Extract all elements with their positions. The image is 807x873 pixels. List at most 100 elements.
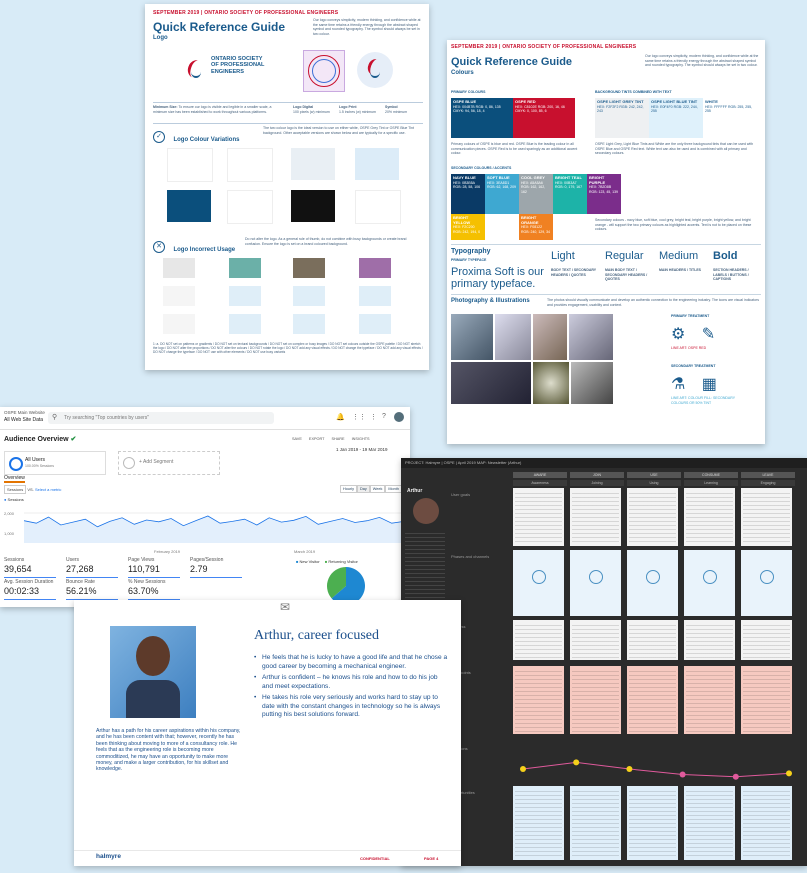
share-button[interactable]: SHARE — [331, 437, 344, 441]
emotion-face-icon — [679, 771, 686, 778]
doc1-intro: Our logo conveys simplicity, modern thin… — [313, 18, 421, 36]
incorrect-colours — [293, 286, 325, 306]
day-button[interactable]: Day — [356, 485, 370, 493]
metric-sparkline — [4, 593, 56, 600]
weight-medium-use: MAIN HEADERS / TITLES — [659, 268, 702, 272]
photo-student — [569, 314, 613, 360]
metric-select[interactable]: Sessions — [4, 485, 27, 494]
avatar[interactable] — [394, 412, 404, 422]
persona-title: Arthur, career focused — [254, 628, 379, 643]
incorrect-rotate — [359, 286, 391, 306]
x-label: March 2019 — [294, 549, 316, 554]
swatch-grey-tint: OSPE LIGHT GREY TINT HEX: F2F2F2 RGB: 242… — [595, 98, 649, 138]
journey-cell — [570, 620, 621, 660]
notifications-icon[interactable]: 🔔 — [336, 413, 345, 421]
doc2-tag: SEPTEMBER 2019 | ONTARIO SOCIETY OF PROF… — [451, 44, 637, 50]
swatch-codes: HEX: 00B3A7 RGB: 0, 179, 167 — [555, 180, 583, 190]
journey-substage: Awareness — [513, 480, 567, 486]
legend-square-icon: ■ — [296, 559, 299, 564]
secondary-label: SECONDARY COLOURS / ACCENTS — [451, 166, 512, 170]
hourly-button[interactable]: Hourly — [340, 485, 357, 493]
swatch-codes: HEX: F08122 RGB: 240, 129, 34 — [521, 225, 550, 234]
variations-title: Logo Colour Variations — [173, 137, 240, 143]
metric-label: Avg. Session Duration — [4, 579, 54, 585]
swatch-ospe-red: OSPE RED HEX: C8102E RGB: 200, 16, 46 CMY… — [513, 98, 575, 138]
granularity-buttons: Hourly Day Week Month — [340, 485, 402, 493]
save-button[interactable]: SAVE — [292, 437, 302, 441]
brand-logo: halmyre — [96, 853, 121, 860]
journey-row-label: User goals — [451, 492, 471, 497]
tints-text: OSPE Light Grey, Light Blue Tints and Wh… — [595, 142, 754, 155]
ospe-symbol-circle-icon — [357, 52, 393, 88]
variation-white — [167, 148, 213, 182]
metric-sparkline — [66, 593, 118, 600]
property-breadcrumb[interactable]: OSPE Main Website — [4, 410, 45, 415]
segment-all-users[interactable]: All Users 100.00% Sessions — [4, 451, 106, 475]
metric-sparkline — [66, 571, 118, 578]
week-button[interactable]: Week — [369, 485, 386, 493]
checkmark-icon: ✓ — [153, 130, 165, 143]
pie-legend-new: New Visitor — [299, 559, 320, 564]
more-icon[interactable]: ⋮ — [370, 413, 377, 421]
journey-cell — [684, 550, 735, 616]
spec-minimum: Minimum Size: To ensure our logo is visi… — [153, 105, 273, 114]
photo-text: The photos should visually communicate a… — [547, 298, 759, 307]
help-icon[interactable]: ? — [382, 413, 386, 420]
persona-bio: Arthur has a path for his career aspirat… — [96, 728, 241, 773]
journey-cell — [741, 620, 792, 660]
spec-text: 100 pixels (w) minimum — [293, 109, 330, 114]
swatch-codes: HEX: FFFFFF RGB: 255, 255, 255 — [705, 104, 753, 114]
journey-cell — [741, 488, 792, 546]
journey-header: PROJECT: Halmyre | OSPE | April 2019 MAP… — [401, 458, 807, 468]
swatch-secondary: NAVY BLUE HEX: 0B3B5A RGB: 28, 58, 106 — [451, 174, 485, 214]
swatch-codes: HEX: 0B3B5A RGB: 28, 58, 106 — [453, 180, 481, 190]
metric-label: Page Views — [128, 557, 155, 563]
incorrect-title: Logo Incorrect Usage — [173, 247, 236, 253]
vs-label: VS. — [27, 487, 34, 492]
tab-overview[interactable]: Overview — [4, 475, 25, 483]
primary-treatment-label: PRIMARY TREATMENT — [671, 314, 710, 318]
spec-label: Minimum Size: — [153, 105, 178, 109]
swatch-secondary: SOFT BLUE HEX: 3EA8D1 RGB: 62, 168, 209 — [485, 174, 519, 214]
export-button[interactable]: EXPORT — [309, 437, 324, 441]
swatch-codes: HEX: E0F4F0 RGB: 222, 244, 255 — [651, 104, 698, 114]
search-input[interactable]: Try searching "Top countries by users" — [48, 412, 274, 424]
date-range-picker[interactable]: 1 Jan 2019 - 19 Mar 2019 — [336, 447, 388, 452]
apps-icon[interactable]: ⋮⋮ — [352, 413, 366, 421]
insights-button[interactable]: INSIGHTS — [352, 437, 370, 441]
weight-light: Light — [551, 250, 575, 262]
journey-cell — [513, 488, 564, 546]
incorrect-pattern — [163, 258, 195, 278]
month-button[interactable]: Month — [385, 485, 402, 493]
spec-label: Symbol — [385, 105, 398, 109]
emotion-face-icon — [626, 766, 633, 772]
doc1-title: Quick Reference Guide — [153, 20, 286, 34]
variation-blue — [167, 190, 211, 222]
doc1-tag: SEPTEMBER 2019 | ONTARIO SOCIETY OF PROF… — [153, 10, 339, 16]
select-metric-link[interactable]: Select a metric — [35, 487, 61, 492]
primary-treatment-note: LINE ART: OSPE RED — [671, 346, 707, 350]
analytics-window: OSPE Main Website All Web Site Data Try … — [0, 407, 410, 607]
variation-mono — [355, 190, 401, 224]
journey-cell — [627, 488, 678, 546]
add-segment-button[interactable]: + Add Segment — [118, 451, 220, 475]
view-selector[interactable]: All Web Site Data — [4, 417, 43, 423]
journey-cell — [627, 786, 678, 860]
sessions-line-chart: 2,000 1,000 February 2019 March 2019 — [4, 511, 404, 554]
journey-row-label: Phases and channels — [451, 554, 490, 559]
incorrect-busy — [359, 314, 391, 334]
typo-title: Typography — [451, 248, 491, 255]
swatch-codes: HEX: C8102E RGB: 200, 16, 46 CMYK: 0, 10… — [515, 104, 565, 114]
x-label: February 2019 — [154, 549, 181, 554]
incorrect-text: Do not alter the logo. As a general rule… — [245, 237, 407, 246]
doc2-title: Quick Reference Guide — [451, 56, 573, 68]
journey-cell — [513, 786, 564, 860]
swatch-secondary: COOL GREY HEX: A5A5A6 RGB: 162, 162, 162 — [519, 174, 553, 214]
emotion-face-icon — [520, 766, 526, 772]
logo-construction-grid — [303, 50, 345, 92]
variations-header: ✓ Logo Colour Variations — [153, 128, 239, 146]
page-title: Audience Overview ✔ — [4, 435, 76, 443]
line-icons-secondary: ⚗ ▦ — [671, 376, 723, 393]
swatch-codes: HEX: 3EA8D1 RGB: 62, 168, 209 — [487, 180, 516, 190]
incorrect-typeface — [229, 314, 261, 334]
